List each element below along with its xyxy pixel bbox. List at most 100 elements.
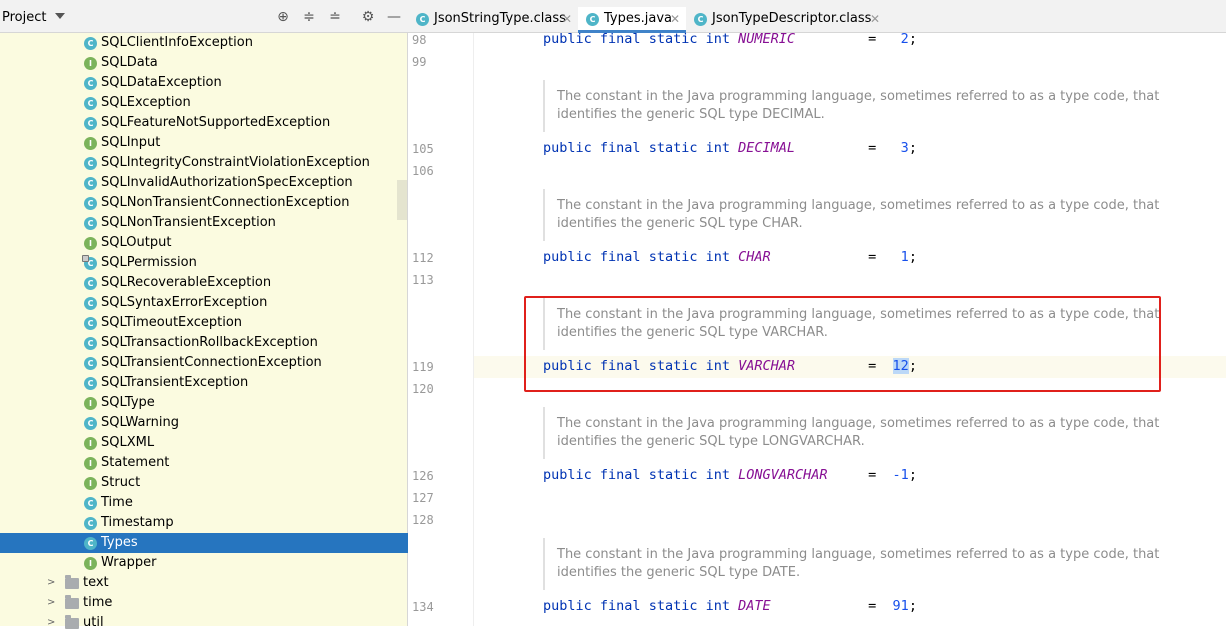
expand-all-icon[interactable]: ≑ [301,9,317,25]
tree-item[interactable]: I Wrapper [0,553,408,573]
class-icon: C [84,297,97,310]
tree-item[interactable]: C SQLTimeoutException [0,313,408,333]
hide-icon[interactable]: — [386,9,402,25]
project-tree: C SQLClientInfoException I SQLData C SQLDat… [0,33,408,633]
line-number: 113 [412,273,434,287]
line-number: 120 [412,382,434,396]
tab-jsontypedescriptor[interactable]: C JsonTypeDescriptor.class ✕ [686,7,886,33]
class-icon: C [694,13,707,26]
package-item[interactable]: > text [0,573,408,593]
editor-tabs: C JsonStringType.class ✕ C Types.java ✕ … [408,0,1226,33]
tree-item[interactable]: C SQLIntegrityConstraintViolationExceptio… [0,153,408,173]
chevron-down-icon[interactable] [55,13,65,19]
gear-icon[interactable]: ⚙ [360,9,376,25]
line-number: 99 [412,55,427,69]
line-number: 105 [412,142,434,156]
tree-item[interactable]: C SQLNonTransientException [0,213,408,233]
code-line[interactable]: public final static int DATE = 91; [543,598,917,614]
class-icon: C [84,417,97,430]
javadoc-block: The constant in the Java programming lan… [543,189,1163,241]
final-class-icon: C [82,255,97,270]
class-icon: C [84,217,97,230]
class-icon: C [84,97,97,110]
line-number: 126 [412,469,434,483]
tree-item[interactable]: C SQLWarning [0,413,408,433]
tree-item[interactable]: C SQLSyntaxErrorException [0,293,408,313]
tree-item[interactable]: C SQLClientInfoException [0,33,408,53]
tab-jsonstringtype[interactable]: C JsonStringType.class ✕ [408,7,578,33]
project-panel-header: Project ⊕ ≑ ≐ ⚙ — [0,0,408,33]
tree-item[interactable]: C SQLPermission [0,253,408,273]
tab-types[interactable]: C Types.java ✕ [578,7,686,33]
tree-item[interactable]: I SQLXML [0,433,408,453]
line-number: 112 [412,251,434,265]
interface-icon: I [84,137,97,150]
line-number: 119 [412,360,434,374]
tree-item[interactable]: C SQLTransientException [0,373,408,393]
interface-icon: I [84,477,97,490]
tree-item[interactable]: C SQLDataException [0,73,408,93]
editor-gutter [408,33,474,626]
tree-item[interactable]: I SQLInput [0,133,408,153]
class-icon: C [84,197,97,210]
code-line[interactable]: public final static int CHAR = 1; [543,249,917,265]
tree-item[interactable]: I SQLData [0,53,408,73]
code-line[interactable]: public final static int NUMERIC = 2; [543,31,917,47]
tree-item[interactable]: I SQLOutput [0,233,408,253]
chevron-right-icon[interactable]: > [47,573,55,593]
tree-item[interactable]: C Time [0,493,408,513]
package-item[interactable]: > time [0,593,408,613]
locate-icon[interactable]: ⊕ [275,9,291,25]
chevron-right-icon[interactable]: > [47,613,55,633]
line-number: 127 [412,491,434,505]
tree-item[interactable]: C SQLTransactionRollbackException [0,333,408,353]
folder-icon [65,595,79,609]
tree-item[interactable]: C SQLInvalidAuthorizationSpecException [0,173,408,193]
interface-icon: I [84,557,97,570]
interface-icon: I [84,397,97,410]
chevron-right-icon[interactable]: > [47,593,55,613]
line-number: 98 [412,33,427,47]
class-icon: C [84,37,97,50]
code-line[interactable]: public final static int DECIMAL = 3; [543,140,917,156]
class-icon: C [586,13,599,26]
close-icon[interactable]: ✕ [562,7,572,31]
scrollbar-thumb[interactable] [397,180,407,220]
tree-item[interactable]: I Statement [0,453,408,473]
highlight-box [524,296,1161,392]
class-icon: C [84,117,97,130]
tree-item[interactable]: C SQLTransientConnectionException [0,353,408,373]
tree-item[interactable]: C SQLRecoverableException [0,273,408,293]
class-icon: C [416,13,429,26]
folder-icon [65,575,79,589]
tree-item[interactable]: I Struct [0,473,408,493]
class-icon: C [84,277,97,290]
tree-item[interactable]: C SQLNonTransientConnectionException [0,193,408,213]
class-icon: C [84,357,97,370]
class-icon: C [84,497,97,510]
folder-icon [65,615,79,629]
interface-icon: I [84,57,97,70]
package-item[interactable]: > util [0,613,408,633]
javadoc-block: The constant in the Java programming lan… [543,538,1163,590]
tree-item[interactable]: I SQLType [0,393,408,413]
interface-icon: I [84,457,97,470]
javadoc-block: The constant in the Java programming lan… [543,80,1163,132]
close-icon[interactable]: ✕ [870,7,880,31]
class-icon: C [84,537,97,550]
line-number: 128 [412,513,434,527]
tree-item[interactable]: C SQLException [0,93,408,113]
class-icon: C [84,77,97,90]
collapse-all-icon[interactable]: ≐ [327,9,343,25]
tree-item[interactable]: C Timestamp [0,513,408,533]
project-title[interactable]: Project [2,10,46,25]
class-icon: C [84,337,97,350]
tree-item-selected[interactable]: C Types [0,533,408,553]
line-number: 134 [412,600,434,614]
code-line[interactable]: public final static int LONGVARCHAR = -1; [543,467,917,483]
project-panel: Project ⊕ ≑ ≐ ⚙ — C SQLClientInfoExceptio… [0,0,408,630]
close-icon[interactable]: ✕ [670,7,680,31]
class-icon: C [84,177,97,190]
tree-item[interactable]: C SQLFeatureNotSupportedException [0,113,408,133]
javadoc-block: The constant in the Java programming lan… [543,407,1163,459]
